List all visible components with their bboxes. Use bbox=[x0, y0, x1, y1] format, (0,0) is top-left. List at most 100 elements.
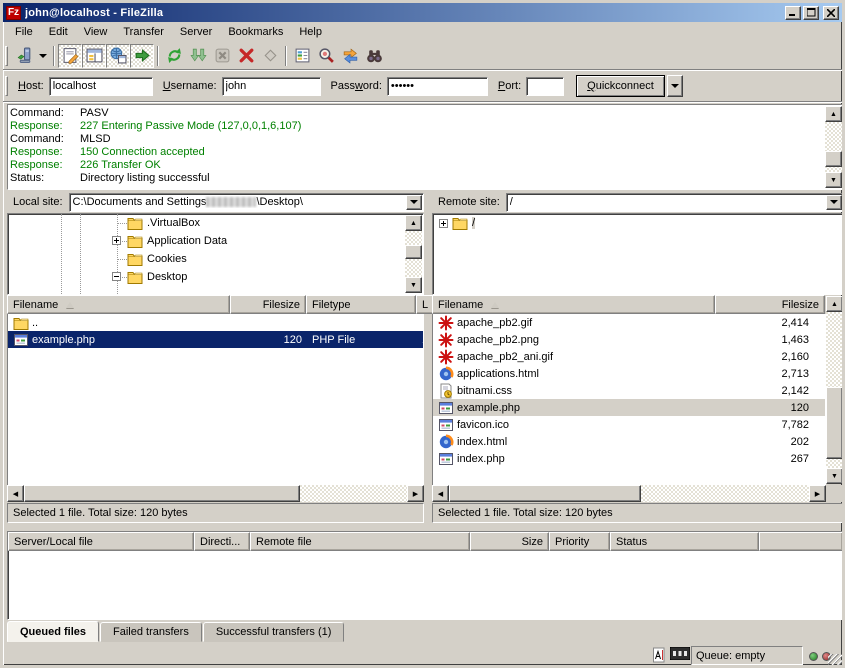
expand-icon[interactable] bbox=[112, 236, 121, 245]
file-row[interactable]: apache_pb2_ani.gif2,160 bbox=[433, 348, 825, 365]
local-file-list[interactable]: ..example.php120PHP File1 bbox=[7, 314, 424, 485]
file-row[interactable]: index.php267 bbox=[433, 450, 825, 467]
scroll-up-icon[interactable]: ▲ bbox=[825, 106, 842, 122]
port-input[interactable] bbox=[526, 77, 564, 96]
menu-item-view[interactable]: View bbox=[76, 24, 116, 40]
file-row[interactable]: example.php120 bbox=[433, 399, 825, 416]
file-row[interactable]: example.php120PHP File1 bbox=[8, 331, 423, 348]
expand-icon[interactable] bbox=[439, 219, 448, 228]
scroll-down-icon[interactable]: ▼ bbox=[825, 172, 842, 188]
column-header-filename[interactable]: Filename bbox=[432, 295, 715, 314]
username-input[interactable] bbox=[222, 77, 321, 96]
scroll-right-icon[interactable]: ▶ bbox=[809, 485, 826, 502]
local-tree[interactable]: .VirtualBoxApplication DataCookiesDeskto… bbox=[7, 213, 424, 295]
file-row[interactable]: applications.html2,713 bbox=[433, 365, 825, 382]
password-input[interactable] bbox=[387, 77, 488, 96]
toggle-remote-tree-button[interactable] bbox=[106, 44, 130, 68]
column-header-filename[interactable]: Filename bbox=[7, 295, 230, 314]
queue-column-size[interactable]: Size bbox=[470, 532, 549, 551]
scroll-right-icon[interactable]: ▶ bbox=[407, 485, 424, 502]
toggle-message-log-button[interactable] bbox=[58, 44, 82, 68]
speed-limit-indicator-icon[interactable] bbox=[670, 647, 690, 663]
log-scrollbar[interactable]: ▲ ▼ bbox=[825, 106, 842, 188]
file-row[interactable]: favicon.ico7,782 bbox=[433, 416, 825, 433]
synchronized-browsing-button[interactable] bbox=[338, 44, 362, 68]
tree-item-cookies[interactable]: Cookies bbox=[8, 250, 423, 268]
compare-directories-button[interactable] bbox=[314, 44, 338, 68]
scroll-down-icon[interactable]: ▼ bbox=[826, 468, 843, 484]
remote-list-scrollbar[interactable]: ▲ ▼ bbox=[826, 296, 843, 484]
quickconnect-button[interactable]: Quickconnect bbox=[576, 75, 665, 97]
minimize-button[interactable] bbox=[785, 6, 801, 20]
host-input[interactable] bbox=[49, 77, 153, 96]
scroll-up-icon[interactable]: ▲ bbox=[826, 296, 843, 312]
remote-file-list[interactable]: apache_pb2.gif2,414apache_pb2.png1,463ap… bbox=[432, 314, 826, 485]
quickconnect-dropdown-button[interactable] bbox=[667, 75, 683, 97]
menu-item-server[interactable]: Server bbox=[172, 24, 220, 40]
menu-item-help[interactable]: Help bbox=[291, 24, 330, 40]
queue-column-server-local-file[interactable]: Server/Local file bbox=[8, 532, 194, 551]
local-site-combo[interactable]: C:\Documents and Settings\Desktop\ bbox=[69, 193, 424, 212]
scrollbar-thumb[interactable] bbox=[405, 245, 422, 259]
file-row[interactable]: apache_pb2.png1,463 bbox=[433, 331, 825, 348]
file-row[interactable]: index.html202 bbox=[433, 433, 825, 450]
disconnect-button[interactable] bbox=[234, 44, 258, 68]
menu-item-file[interactable]: File bbox=[7, 24, 41, 40]
reconnect-button[interactable] bbox=[258, 44, 282, 68]
quickconnect-bar: Host: Username: Password: Port: Quickcon… bbox=[3, 71, 842, 102]
scroll-up-icon[interactable]: ▲ bbox=[405, 215, 422, 231]
file-row[interactable]: apache_pb2.gif2,414 bbox=[433, 314, 825, 331]
toggle-transfer-queue-button[interactable] bbox=[130, 44, 154, 68]
tree-item-root[interactable]: / bbox=[433, 214, 843, 232]
message-log[interactable]: Command:PASVResponse:227 Entering Passiv… bbox=[7, 104, 844, 190]
close-button[interactable] bbox=[823, 6, 839, 20]
data-type-indicator-icon[interactable] bbox=[651, 647, 667, 663]
filter-button[interactable] bbox=[290, 44, 314, 68]
column-header-filesize[interactable]: Filesize bbox=[230, 295, 306, 314]
process-queue-button[interactable] bbox=[186, 44, 210, 68]
queue-column-remote-file[interactable]: Remote file bbox=[250, 532, 470, 551]
scroll-left-icon[interactable]: ◀ bbox=[7, 485, 24, 502]
title-bar[interactable]: Fz john@localhost - FileZilla bbox=[3, 3, 842, 22]
collapse-icon[interactable] bbox=[112, 272, 121, 281]
refresh-button[interactable] bbox=[162, 44, 186, 68]
menu-item-bookmarks[interactable]: Bookmarks bbox=[220, 24, 291, 40]
file-row[interactable]: .. bbox=[8, 314, 423, 331]
scrollbar-thumb[interactable] bbox=[825, 151, 842, 167]
queue-column-priority[interactable]: Priority bbox=[549, 532, 610, 551]
site-manager-dropdown-button[interactable] bbox=[36, 44, 50, 68]
tree-item-application-data[interactable]: Application Data bbox=[8, 232, 423, 250]
site-manager-button[interactable] bbox=[12, 44, 36, 68]
filesize-cell: 1,463 bbox=[716, 334, 814, 346]
tree-item-desktop[interactable]: Desktop bbox=[8, 268, 423, 286]
menu-item-transfer[interactable]: Transfer bbox=[115, 24, 172, 40]
remote-site-combo[interactable]: / bbox=[506, 193, 844, 212]
local-combo-dropdown[interactable] bbox=[406, 195, 422, 210]
scroll-left-icon[interactable]: ◀ bbox=[432, 485, 449, 502]
queue-column-status[interactable]: Status bbox=[610, 532, 759, 551]
remote-tree[interactable]: / bbox=[432, 213, 844, 295]
scrollbar-thumb[interactable] bbox=[826, 387, 843, 459]
tree-item--virtualbox[interactable]: .VirtualBox bbox=[8, 214, 423, 232]
transfer-queue[interactable]: Server/Local fileDirecti...Remote fileSi… bbox=[7, 531, 844, 620]
menu-item-edit[interactable]: Edit bbox=[41, 24, 76, 40]
scrollbar-thumb[interactable] bbox=[24, 485, 300, 502]
toggle-local-tree-button[interactable] bbox=[82, 44, 106, 68]
scroll-down-icon[interactable]: ▼ bbox=[405, 277, 422, 293]
local-hscrollbar[interactable]: ◀ ▶ bbox=[7, 485, 424, 502]
queue-column-directi-[interactable]: Directi... bbox=[194, 532, 250, 551]
maximize-button[interactable] bbox=[803, 6, 819, 20]
tab-successful-transfers-1-[interactable]: Successful transfers (1) bbox=[203, 622, 345, 642]
remote-combo-dropdown[interactable] bbox=[826, 195, 842, 210]
find-files-button[interactable] bbox=[362, 44, 386, 68]
column-header-filetype[interactable]: Filetype bbox=[306, 295, 416, 314]
column-header-filesize[interactable]: Filesize bbox=[715, 295, 825, 314]
file-row[interactable]: bitnami.css2,142 bbox=[433, 382, 825, 399]
resize-grip[interactable] bbox=[828, 654, 842, 668]
remote-hscrollbar[interactable]: ◀ ▶ bbox=[432, 485, 826, 502]
local-tree-scrollbar[interactable]: ▲ ▼ bbox=[405, 215, 422, 293]
scrollbar-thumb[interactable] bbox=[449, 485, 641, 502]
cancel-operation-button[interactable] bbox=[210, 44, 234, 68]
tab-queued-files[interactable]: Queued files bbox=[7, 621, 99, 642]
tab-failed-transfers[interactable]: Failed transfers bbox=[100, 622, 202, 642]
